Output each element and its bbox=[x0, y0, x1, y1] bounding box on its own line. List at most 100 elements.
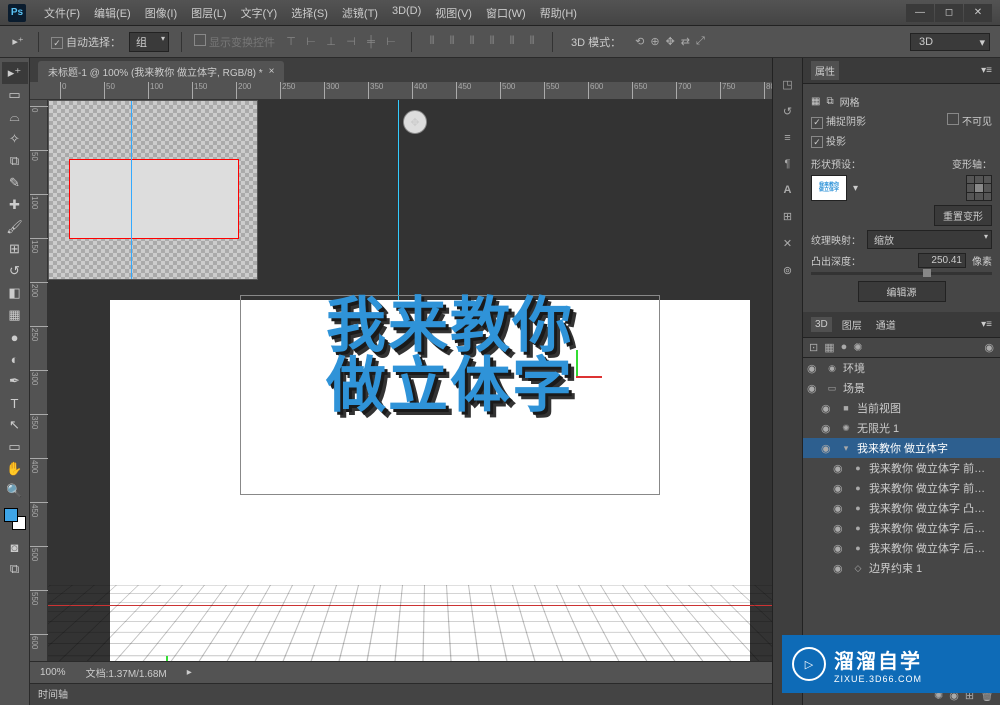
panel-icon-4[interactable]: ¶ bbox=[785, 158, 791, 170]
filter-light-icon[interactable]: ✺ bbox=[853, 341, 862, 354]
orbit-icon[interactable]: ⟲ bbox=[635, 35, 644, 48]
extrude-depth-input[interactable] bbox=[918, 253, 966, 268]
marquee-tool[interactable]: ▭ bbox=[2, 84, 28, 106]
cast-shadow-checkbox[interactable]: 投影 bbox=[811, 133, 846, 149]
menu-image[interactable]: 图像(I) bbox=[139, 3, 183, 23]
scale-icon[interactable]: ⤢ bbox=[696, 35, 705, 48]
dist-6-icon[interactable]: ⫴ bbox=[524, 34, 540, 50]
panel-icon-2[interactable]: ↺ bbox=[783, 105, 792, 118]
visibility-icon[interactable]: ◉ bbox=[833, 562, 847, 575]
menu-select[interactable]: 选择(S) bbox=[285, 3, 334, 23]
visibility-icon[interactable]: ◉ bbox=[833, 462, 847, 475]
dist-3-icon[interactable]: ⫴ bbox=[464, 34, 480, 50]
tree-row[interactable]: ◉◉环境 bbox=[803, 358, 1000, 378]
dist-1-icon[interactable]: ⫴ bbox=[424, 34, 440, 50]
tab-layers[interactable]: 图层 bbox=[838, 315, 866, 334]
menu-help[interactable]: 帮助(H) bbox=[534, 3, 583, 23]
doctab-close-icon[interactable]: × bbox=[269, 66, 275, 77]
move-tool[interactable]: ▸⁺ bbox=[2, 62, 28, 84]
tree-row[interactable]: ◉●我来教你 做立体字 后膨胀... bbox=[803, 538, 1000, 558]
zoom-tool[interactable]: 🔍 bbox=[2, 480, 28, 502]
screen-mode-tool[interactable]: ⧉ bbox=[2, 558, 28, 580]
menu-file[interactable]: 文件(F) bbox=[38, 3, 86, 23]
minimize-button[interactable]: — bbox=[906, 4, 934, 22]
visibility-icon[interactable]: ◉ bbox=[821, 402, 835, 415]
align-right-icon[interactable]: ⊢ bbox=[383, 34, 399, 50]
tree-row[interactable]: ◉●我来教你 做立体字 后斜面... bbox=[803, 518, 1000, 538]
extrude-depth-slider[interactable] bbox=[811, 272, 992, 275]
ruler-horizontal[interactable]: 0501001502002503003504004505005506006507… bbox=[30, 82, 772, 100]
heal-tool[interactable]: ✚ bbox=[2, 194, 28, 216]
tab-3d[interactable]: 3D bbox=[811, 317, 832, 332]
preset-dropdown-icon[interactable]: ▾ bbox=[853, 183, 858, 194]
secondary-view-widget[interactable]: ✥ bbox=[403, 110, 427, 134]
close-button[interactable]: ✕ bbox=[964, 4, 992, 22]
menu-view[interactable]: 视图(V) bbox=[429, 3, 478, 23]
panel-icon-1[interactable]: ◳ bbox=[782, 78, 792, 91]
brush-tool[interactable]: 🖌 bbox=[2, 216, 28, 238]
ruler-vertical[interactable]: 050100150200250300350400450500550600 bbox=[30, 100, 48, 661]
panel-menu-icon[interactable]: ▾≡ bbox=[981, 319, 992, 330]
tree-row[interactable]: ◉●我来教你 做立体字 前膨胀... bbox=[803, 458, 1000, 478]
path-tool[interactable]: ↖ bbox=[2, 414, 28, 436]
dist-5-icon[interactable]: ⫴ bbox=[504, 34, 520, 50]
wand-tool[interactable]: ✧ bbox=[2, 128, 28, 150]
maximize-button[interactable]: ◻ bbox=[935, 4, 963, 22]
visibility-icon[interactable]: ◉ bbox=[807, 362, 821, 375]
auto-select-dropdown[interactable]: 组 bbox=[129, 32, 169, 52]
tree-row[interactable]: ◉■当前视图 bbox=[803, 398, 1000, 418]
document-tab[interactable]: 未标题-1 @ 100% (我来教你 做立体字, RGB/8) * × bbox=[38, 61, 284, 82]
tree-row[interactable]: ◉▾我来教你 做立体字 bbox=[803, 438, 1000, 458]
tree-row[interactable]: ◉●我来教你 做立体字 凸出材... bbox=[803, 498, 1000, 518]
menu-filter[interactable]: 滤镜(T) bbox=[336, 3, 384, 23]
align-top-icon[interactable]: ⊤ bbox=[283, 34, 299, 50]
panel-icon-7[interactable]: ✕ bbox=[783, 237, 792, 250]
canvas[interactable]: ✥ 我来教你 做立体字 ⊕ ± 1 bbox=[48, 100, 772, 661]
visibility-icon[interactable]: ◉ bbox=[833, 542, 847, 555]
menu-3d[interactable]: 3D(D) bbox=[386, 3, 427, 23]
render-icon[interactable]: ◉ bbox=[984, 341, 994, 354]
menu-window[interactable]: 窗口(W) bbox=[480, 3, 532, 23]
menu-type[interactable]: 文字(Y) bbox=[235, 3, 284, 23]
filter-mesh-icon[interactable]: ▦ bbox=[824, 341, 834, 354]
timeline-panel[interactable]: 时间轴 bbox=[30, 683, 772, 705]
crop-tool[interactable]: ⧉ bbox=[2, 150, 28, 172]
quickmask-tool[interactable]: ◙ bbox=[2, 536, 28, 558]
navigator-panel[interactable] bbox=[48, 100, 258, 280]
panel-menu-icon[interactable]: ▾≡ bbox=[981, 65, 992, 76]
gradient-tool[interactable]: ▦ bbox=[2, 304, 28, 326]
text3d-bounding-box[interactable]: 我来教你 做立体字 bbox=[240, 295, 660, 495]
lasso-tool[interactable]: ⌓ bbox=[2, 106, 28, 128]
invisible-checkbox[interactable]: 不可见 bbox=[947, 113, 992, 128]
filter-all-icon[interactable]: ⊡ bbox=[809, 341, 818, 354]
zoom-level[interactable]: 100% bbox=[40, 667, 66, 678]
align-vcenter-icon[interactable]: ⊢ bbox=[303, 34, 319, 50]
visibility-icon[interactable]: ◉ bbox=[821, 422, 835, 435]
color-swatch[interactable] bbox=[4, 508, 26, 530]
dist-4-icon[interactable]: ⫴ bbox=[484, 34, 500, 50]
panel-icon-3[interactable]: ≡ bbox=[784, 132, 790, 144]
show-transform-checkbox[interactable]: 显示变换控件 bbox=[194, 34, 275, 50]
align-hcenter-icon[interactable]: ╪ bbox=[363, 34, 379, 50]
eraser-tool[interactable]: ◧ bbox=[2, 282, 28, 304]
filter-material-icon[interactable]: ● bbox=[841, 341, 848, 354]
deform-axis-grid[interactable] bbox=[966, 175, 992, 201]
slide-icon[interactable]: ⇄ bbox=[681, 35, 690, 48]
tree-row[interactable]: ◉✺无限光 1 bbox=[803, 418, 1000, 438]
stamp-tool[interactable]: ⊞ bbox=[2, 238, 28, 260]
edit-source-button[interactable]: 编辑源 bbox=[858, 281, 946, 302]
blur-tool[interactable]: ● bbox=[2, 326, 28, 348]
reset-deform-button[interactable]: 重置变形 bbox=[934, 205, 992, 226]
tree-row[interactable]: ◉◇边界约束 1 bbox=[803, 558, 1000, 578]
tab-channels[interactable]: 通道 bbox=[872, 315, 900, 334]
auto-select-checkbox[interactable]: 自动选择： bbox=[51, 34, 121, 50]
properties-tab[interactable]: 属性 bbox=[811, 61, 839, 80]
menu-layer[interactable]: 图层(L) bbox=[185, 3, 232, 23]
status-arrow-icon[interactable]: ▸ bbox=[187, 667, 192, 678]
view-3d-dropdown[interactable]: 3D bbox=[910, 33, 990, 51]
eyedropper-tool[interactable]: ✎ bbox=[2, 172, 28, 194]
visibility-icon[interactable]: ◉ bbox=[821, 442, 835, 455]
align-bottom-icon[interactable]: ⊥ bbox=[323, 34, 339, 50]
pen-tool[interactable]: ✒ bbox=[2, 370, 28, 392]
hand-tool[interactable]: ✋ bbox=[2, 458, 28, 480]
